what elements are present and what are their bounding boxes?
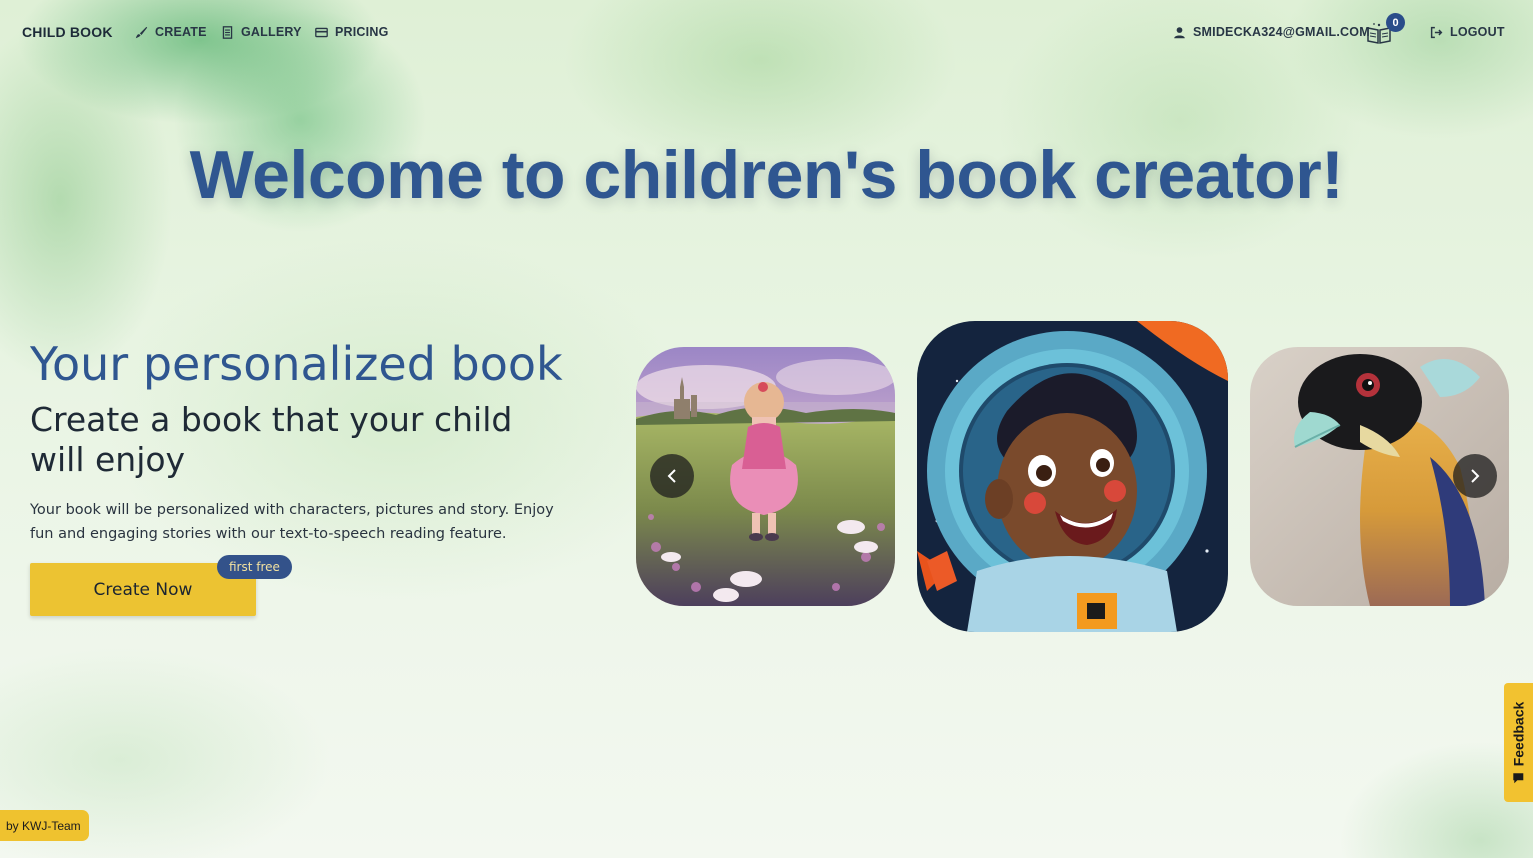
nav-gallery-label: GALLERY xyxy=(241,25,302,39)
book-image-carousel xyxy=(630,320,1520,640)
feedback-label: Feedback xyxy=(1510,701,1527,766)
section-subtitle: Your personalized book xyxy=(30,337,563,391)
section-description: Your book will be personalized with char… xyxy=(30,502,554,542)
nav-pricing-label: PRICING xyxy=(335,25,389,39)
chevron-right-icon xyxy=(1471,469,1480,483)
boy-astronaut-illustration xyxy=(917,321,1228,632)
brand-logo-text[interactable]: CHILD BOOK xyxy=(22,24,113,40)
top-navbar: CHILD BOOK CREATE GALLERY PRICING SMIDEC… xyxy=(0,0,1533,64)
carousel-prev-button[interactable] xyxy=(650,454,694,498)
logout-label: LOGOUT xyxy=(1450,25,1505,39)
intro-section: Your personalized book Create a book tha… xyxy=(30,336,590,546)
logout-icon xyxy=(1430,26,1443,38)
nav-user-account[interactable]: SMIDECKA324@GMAIL.COM xyxy=(1173,25,1370,39)
gallery-icon xyxy=(222,25,233,39)
logout-link[interactable]: LOGOUT xyxy=(1430,25,1505,39)
brush-icon xyxy=(135,26,148,38)
credit-card-icon xyxy=(315,27,328,37)
create-now-wrapper: Create Now first free xyxy=(30,555,292,616)
first-free-badge: first free xyxy=(217,555,292,579)
feedback-icon xyxy=(1513,772,1524,783)
carousel-next-button[interactable] xyxy=(1453,454,1497,498)
nav-create-link[interactable]: CREATE xyxy=(135,25,207,39)
feedback-tab[interactable]: Feedback xyxy=(1504,683,1533,802)
nav-create-label: CREATE xyxy=(155,25,207,39)
team-credit-badge: by KWJ-Team xyxy=(0,810,89,841)
book-cart-button[interactable]: 0 xyxy=(1366,13,1405,46)
user-icon xyxy=(1174,26,1185,38)
cart-count-badge: 0 xyxy=(1386,13,1405,32)
user-email: SMIDECKA324@GMAIL.COM xyxy=(1193,25,1370,39)
chevron-left-icon xyxy=(667,469,676,483)
nav-pricing-link[interactable]: PRICING xyxy=(315,25,389,39)
nav-gallery-link[interactable]: GALLERY xyxy=(221,25,302,39)
section-tagline: Create a book that your child will enjoy xyxy=(30,400,513,479)
hero-title: Welcome to children's book creator! xyxy=(189,137,1344,213)
